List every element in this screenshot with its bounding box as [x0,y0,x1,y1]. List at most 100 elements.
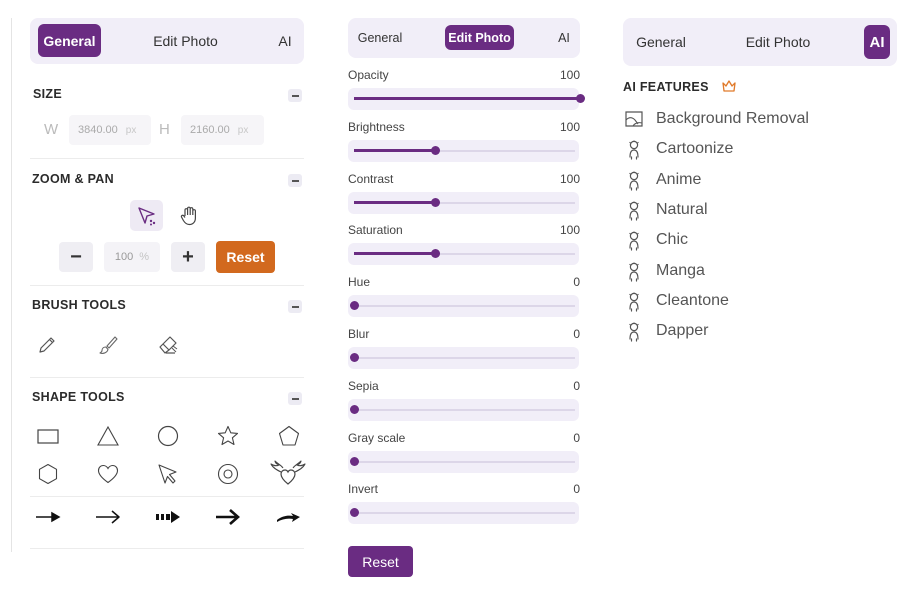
arrow-open-icon [96,510,120,524]
slider-value: 0 [573,327,580,341]
arrow-open-button[interactable] [94,506,122,528]
arrow-curved-button[interactable] [274,506,302,528]
arrow-thin-button[interactable] [34,506,62,528]
shape-section-title: SHAPE TOOLS [32,390,125,404]
tab-ai[interactable]: AI [270,24,300,57]
tab-edit-photo[interactable]: Edit Photo [445,25,514,50]
slider-track[interactable] [348,502,579,525]
size-collapse-button[interactable] [288,89,302,102]
zoom-collapse-button[interactable] [288,174,302,187]
pentagon-shape-button[interactable] [277,424,301,448]
ai-feature-item[interactable]: Cartoonize [623,138,733,160]
slider-knob[interactable] [431,145,440,155]
ai-feature-item[interactable]: Manga [623,260,705,282]
figure-icon [623,169,645,191]
ai-feature-item[interactable]: Chic [623,229,688,251]
ai-feature-item[interactable]: Anime [623,169,701,191]
pointer-shape-icon [158,464,177,484]
ai-feature-label: Manga [656,261,705,279]
edit-tabbar: General Edit Photo AI [348,18,580,58]
slider-rail [354,408,575,411]
zoom-reset-button[interactable]: Reset [216,241,275,273]
slider-track[interactable] [348,450,579,473]
tab-ai[interactable]: AI [553,24,575,51]
ai-feature-item[interactable]: Dapper [623,320,708,342]
slider-value: 0 [573,430,580,445]
slider-knob[interactable] [431,197,440,207]
slider-knob[interactable] [576,94,585,103]
zoom-unit: % [139,251,150,263]
tab-edit-photo[interactable]: Edit Photo [740,25,816,59]
slider-track[interactable] [348,243,579,266]
heart-icon [97,464,119,484]
slider-value: 0 [573,482,580,497]
hexagon-shape-button[interactable] [36,462,60,486]
figure-icon [623,320,645,342]
eraser-tool-button[interactable] [156,333,180,357]
arrow-thin-icon [36,511,61,523]
triangle-shape-button[interactable] [96,424,120,448]
ai-features-title: AI FEATURES [623,78,737,94]
arrow-curved-icon [277,513,300,522]
arrow-dashed-icon [156,511,180,523]
brush-tool-button[interactable] [96,333,120,357]
ai-feature-item[interactable]: Background Removal [623,108,809,130]
zoom-input[interactable]: 100 % [104,242,160,272]
star-shape-button[interactable] [216,424,240,448]
slider-track[interactable] [348,398,579,421]
slider-knob[interactable] [350,456,359,466]
winged-heart-icon [270,460,306,485]
tab-general[interactable]: General [38,24,101,57]
slider-knob[interactable] [431,249,440,259]
pan-tool-button[interactable] [173,200,206,231]
figure-icon [623,229,645,251]
slider-knob[interactable] [350,353,359,362]
slider-knob[interactable] [350,301,359,311]
zoom-in-button[interactable]: + [171,242,205,272]
brush-collapse-button[interactable] [288,300,302,313]
slider-label: Gray scale [348,430,406,445]
height-label: H [159,121,170,138]
hand-icon [180,206,196,225]
slider-track[interactable] [348,347,579,369]
select-tool-button[interactable] [130,200,163,231]
slider-track[interactable] [348,88,585,110]
section-divider [30,158,304,159]
slider-track[interactable] [348,191,579,214]
arrow-dashed-button[interactable] [154,506,182,528]
tab-edit-photo[interactable]: Edit Photo [148,24,223,57]
pencil-tool-button[interactable] [35,333,59,357]
slider-value: 100 [559,68,580,82]
zoom-value: 100 [114,251,134,263]
tab-general[interactable]: General [354,24,406,51]
slider-track[interactable] [348,295,579,318]
arrow-bold-button[interactable] [214,506,242,528]
rectangle-shape-button[interactable] [36,424,60,448]
width-input[interactable]: 3840.00 px [69,115,151,145]
tab-general[interactable]: General [631,25,691,59]
shape-collapse-button[interactable] [288,392,302,405]
ai-feature-label: Chic [656,231,689,249]
slider-value: 0 [573,378,580,393]
height-input[interactable]: 2160.00 px [181,115,264,145]
heart-shape-button[interactable] [96,462,120,486]
pointer-shape-button[interactable] [156,462,180,486]
star-icon [217,425,239,446]
figure-icon [623,199,645,221]
edit-reset-button[interactable]: Reset [348,546,413,577]
circle-shape-button[interactable] [156,424,180,448]
ai-feature-label: Cartoonize [656,140,734,158]
slider-label: Contrast [348,171,394,186]
width-unit: px [125,124,137,136]
slider-track[interactable] [348,139,579,162]
ai-feature-item[interactable]: Natural [623,199,708,221]
winged-heart-shape-button[interactable] [270,460,306,488]
hexagon-icon [38,463,58,485]
slider-value: 0 [573,275,580,290]
ring-shape-button[interactable] [216,462,240,486]
slider-knob[interactable] [350,508,359,518]
slider-knob[interactable] [350,404,359,414]
zoom-out-button[interactable]: − [59,242,93,272]
ai-feature-item[interactable]: Cleantone [623,290,729,312]
tab-ai[interactable]: AI [864,25,890,59]
